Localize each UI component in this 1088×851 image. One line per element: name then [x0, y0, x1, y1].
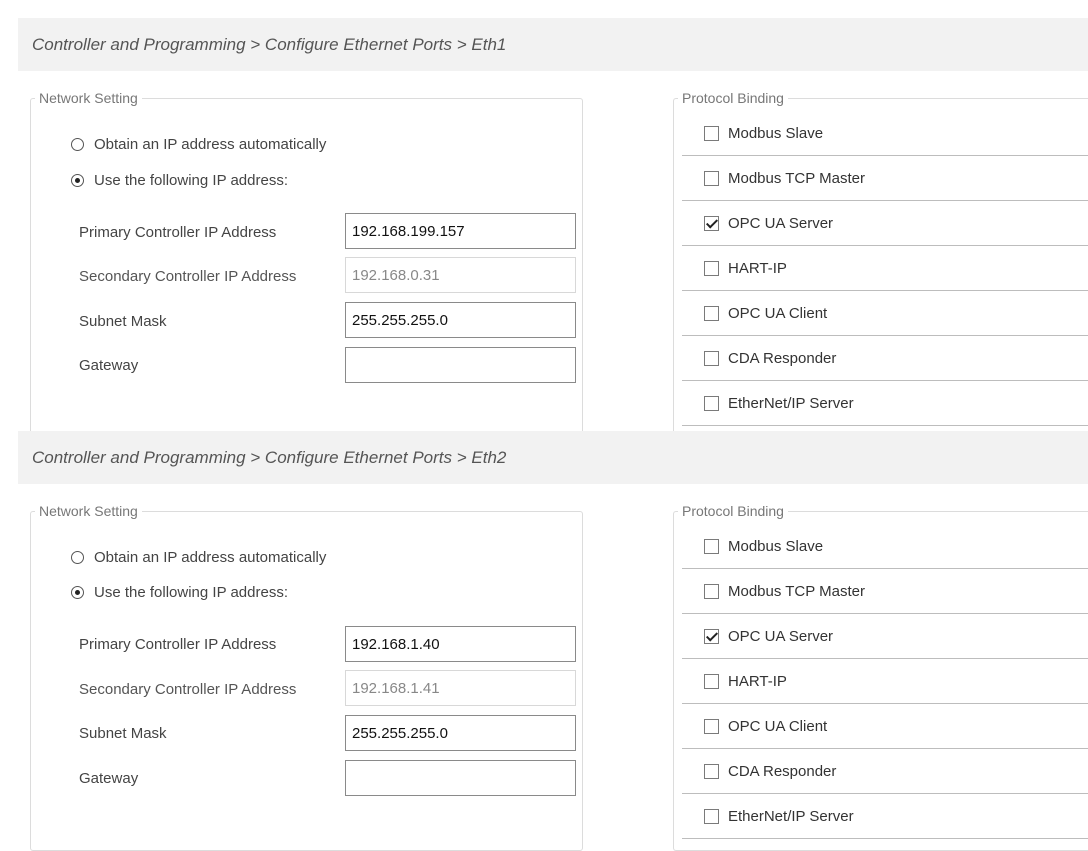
protocol-label: Modbus TCP Master — [728, 582, 865, 600]
subnet-mask-label: Subnet Mask — [79, 313, 167, 330]
secondary-ip-label: Secondary Controller IP Address — [79, 681, 297, 698]
protocol-label: HART-IP — [728, 672, 787, 690]
checkbox-icon[interactable] — [704, 718, 719, 734]
breadcrumb: Controller and Programming > Configure E… — [18, 18, 1088, 71]
gateway-label: Gateway — [79, 770, 139, 787]
protocol-opc-ua-client[interactable]: OPC UA Client — [682, 704, 1088, 749]
checkbox-icon[interactable] — [704, 583, 719, 599]
protocol-label: EtherNet/IP Server — [728, 394, 854, 412]
primary-ip-input[interactable] — [345, 626, 576, 662]
protocol-label: OPC UA Client — [728, 304, 828, 322]
checkbox-icon[interactable] — [704, 125, 719, 141]
checkbox-icon[interactable] — [704, 305, 719, 321]
checkbox-checked-icon[interactable] — [704, 628, 719, 644]
radio-button-selected-icon[interactable] — [71, 174, 84, 187]
radio-label: Obtain an IP address automatically — [94, 136, 327, 153]
secondary-ip-input[interactable] — [345, 257, 576, 293]
radio-obtain-auto[interactable]: Obtain an IP address automatically — [71, 549, 326, 566]
primary-ip-input[interactable] — [345, 213, 576, 249]
radio-label: Obtain an IP address automatically — [94, 549, 327, 566]
protocol-label: OPC UA Server — [728, 214, 834, 232]
checkbox-icon[interactable] — [704, 808, 719, 824]
protocol-modbus-tcp-master[interactable]: Modbus TCP Master — [682, 156, 1088, 201]
gateway-input[interactable] — [345, 347, 576, 383]
protocol-modbus-slave[interactable]: Modbus Slave — [682, 111, 1088, 156]
secondary-ip-label: Secondary Controller IP Address — [79, 268, 297, 285]
checkbox-icon[interactable] — [704, 538, 719, 554]
breadcrumb: Controller and Programming > Configure E… — [18, 431, 1088, 484]
network-setting-panel: Network Setting Obtain an IP address aut… — [30, 503, 583, 851]
radio-obtain-auto[interactable]: Obtain an IP address automatically — [71, 136, 326, 153]
protocol-hart-ip[interactable]: HART-IP — [682, 246, 1088, 291]
checkbox-icon[interactable] — [704, 673, 719, 689]
primary-ip-label: Primary Controller IP Address — [79, 636, 277, 653]
protocol-label: CDA Responder — [728, 349, 837, 367]
primary-ip-label: Primary Controller IP Address — [79, 224, 277, 241]
radio-use-following[interactable]: Use the following IP address: — [71, 172, 288, 189]
protocol-opc-ua-client[interactable]: OPC UA Client — [682, 291, 1088, 336]
checkbox-icon[interactable] — [704, 763, 719, 779]
subnet-mask-input[interactable] — [345, 715, 576, 751]
protocol-label: EtherNet/IP Server — [728, 807, 854, 825]
network-setting-panel: Network Setting Obtain an IP address aut… — [30, 90, 583, 438]
protocol-binding-panel: Protocol Binding Modbus Slave Modbus TCP… — [673, 90, 1088, 438]
protocol-binding-legend: Protocol Binding — [678, 90, 788, 106]
checkbox-checked-icon[interactable] — [704, 215, 719, 231]
checkbox-icon[interactable] — [704, 170, 719, 186]
radio-label: Use the following IP address: — [94, 172, 288, 189]
protocol-label: Modbus Slave — [728, 124, 824, 142]
gateway-label: Gateway — [79, 357, 139, 374]
protocol-opc-ua-server[interactable]: OPC UA Server — [682, 614, 1088, 659]
radio-button-icon[interactable] — [71, 138, 84, 151]
network-setting-legend: Network Setting — [35, 503, 142, 519]
eth2-section: Controller and Programming > Configure E… — [18, 431, 1088, 851]
protocol-modbus-tcp-master[interactable]: Modbus TCP Master — [682, 569, 1088, 614]
protocol-binding-legend: Protocol Binding — [678, 503, 788, 519]
protocol-cda-responder[interactable]: CDA Responder — [682, 749, 1088, 794]
gateway-input[interactable] — [345, 760, 576, 796]
network-setting-legend: Network Setting — [35, 90, 142, 106]
radio-button-selected-icon[interactable] — [71, 586, 84, 599]
checkbox-icon[interactable] — [704, 260, 719, 276]
protocol-ethernet-ip-server[interactable]: EtherNet/IP Server — [682, 794, 1088, 839]
protocol-label: HART-IP — [728, 259, 787, 277]
protocol-label: CDA Responder — [728, 762, 837, 780]
protocol-binding-panel: Protocol Binding Modbus Slave Modbus TCP… — [673, 503, 1088, 851]
protocol-label: Modbus Slave — [728, 537, 824, 555]
protocol-label: OPC UA Client — [728, 717, 828, 735]
radio-use-following[interactable]: Use the following IP address: — [71, 584, 288, 601]
protocol-label: Modbus TCP Master — [728, 169, 865, 187]
subnet-mask-label: Subnet Mask — [79, 725, 167, 742]
protocol-cda-responder[interactable]: CDA Responder — [682, 336, 1088, 381]
protocol-modbus-slave[interactable]: Modbus Slave — [682, 524, 1088, 569]
radio-label: Use the following IP address: — [94, 584, 288, 601]
eth1-section: Controller and Programming > Configure E… — [18, 18, 1088, 438]
protocol-opc-ua-server[interactable]: OPC UA Server — [682, 201, 1088, 246]
checkbox-icon[interactable] — [704, 350, 719, 366]
secondary-ip-input[interactable] — [345, 670, 576, 706]
protocol-label: OPC UA Server — [728, 627, 834, 645]
checkbox-icon[interactable] — [704, 395, 719, 411]
protocol-ethernet-ip-server[interactable]: EtherNet/IP Server — [682, 381, 1088, 426]
radio-button-icon[interactable] — [71, 551, 84, 564]
subnet-mask-input[interactable] — [345, 302, 576, 338]
protocol-hart-ip[interactable]: HART-IP — [682, 659, 1088, 704]
